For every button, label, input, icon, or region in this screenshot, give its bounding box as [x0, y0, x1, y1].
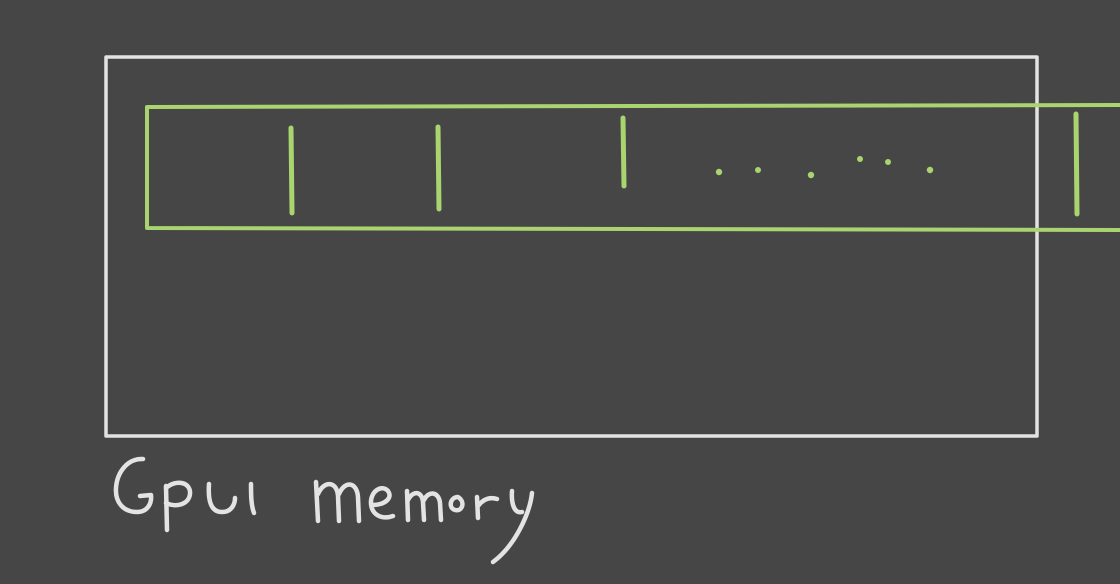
whiteboard-canvas [104, 55, 1120, 565]
ellipsis-dot [885, 159, 891, 165]
strip-divider [435, 124, 442, 212]
ellipsis-dot [857, 156, 863, 162]
ellipsis-dot [926, 166, 934, 174]
ellipsis-dot [755, 167, 761, 173]
strip-divider [620, 115, 627, 189]
gpu-memory-box [104, 55, 1039, 438]
strip-ellipsis [715, 156, 934, 179]
strip-divider [1073, 111, 1080, 217]
strip-divider [288, 125, 295, 216]
ellipsis-dot [807, 171, 815, 179]
ellipsis-dot [715, 168, 723, 176]
strip-dividers [288, 111, 1080, 217]
gpu-memory-handwriting [113, 456, 535, 565]
